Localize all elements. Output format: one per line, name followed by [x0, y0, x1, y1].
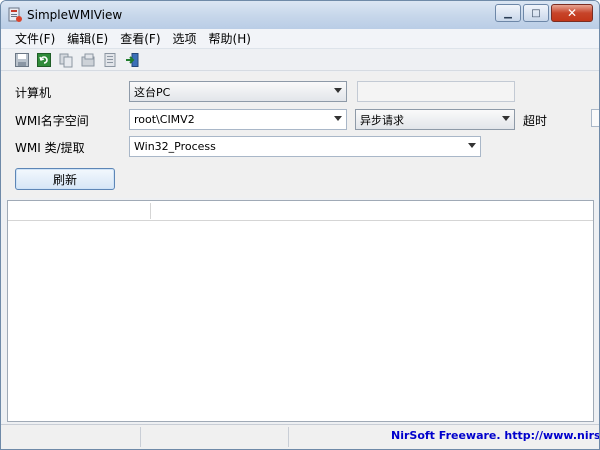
maximize-button[interactable]: □	[523, 4, 549, 22]
namespace-label: WMI名字空间	[15, 114, 89, 128]
refresh-icon[interactable]	[35, 51, 53, 69]
title-bar[interactable]: SimpleWMIView ▁ □ ✕	[1, 1, 599, 29]
computer-select-value: 这台PC	[134, 85, 171, 99]
results-list[interactable]	[7, 200, 594, 422]
menu-file[interactable]: 文件(F)	[9, 30, 61, 48]
window-title: SimpleWMIView	[27, 8, 123, 22]
exit-icon[interactable]	[123, 51, 141, 69]
request-mode-select[interactable]: 异步请求	[355, 109, 515, 130]
remote-computer-field	[357, 81, 515, 102]
refresh-button[interactable]: 刷新	[15, 168, 115, 190]
status-pane-count	[1, 427, 141, 447]
class-select[interactable]: Win32_Process	[129, 136, 481, 157]
app-window: SimpleWMIView ▁ □ ✕ 文件(F) 编辑(E) 查看(F) 选项…	[0, 0, 600, 450]
status-bar: NirSoft Freeware. http://www.nirsoft.net	[1, 424, 599, 449]
class-select-value: Win32_Process	[134, 140, 216, 153]
computer-label: 计算机	[15, 86, 52, 100]
menu-edit[interactable]: 编辑(E)	[61, 30, 114, 48]
menu-help[interactable]: 帮助(H)	[203, 30, 257, 48]
app-icon	[7, 7, 23, 23]
minimize-button[interactable]: ▁	[495, 4, 521, 22]
window-controls: ▁ □ ✕	[495, 4, 593, 22]
menu-options[interactable]: 选项	[167, 30, 203, 48]
toolbar	[1, 49, 599, 71]
save-icon[interactable]	[13, 51, 31, 69]
menu-bar: 文件(F) 编辑(E) 查看(F) 选项 帮助(H)	[1, 29, 599, 49]
chevron-down-icon	[334, 88, 342, 93]
status-pane-selected	[141, 427, 289, 447]
class-label: WMI 类/提取	[15, 141, 85, 155]
request-mode-value: 异步请求	[360, 113, 404, 127]
list-header[interactable]	[8, 201, 593, 221]
nirsoft-link[interactable]: NirSoft Freeware. http://www.nirsoft.net	[391, 429, 599, 442]
query-form: 计算机 这台PC WMI名字空间 root\CIMV2 异步请求 超时 WMI …	[1, 72, 599, 198]
chevron-down-icon	[334, 116, 342, 121]
html-report-icon[interactable]	[101, 51, 119, 69]
properties-icon[interactable]	[79, 51, 97, 69]
namespace-select[interactable]: root\CIMV2	[129, 109, 347, 130]
timeout-input[interactable]	[591, 109, 599, 127]
namespace-select-value: root\CIMV2	[134, 113, 195, 126]
column-divider[interactable]	[150, 203, 151, 219]
copy-icon[interactable]	[57, 51, 75, 69]
chevron-down-icon	[502, 116, 510, 121]
timeout-label: 超时	[523, 114, 548, 128]
close-button[interactable]: ✕	[551, 4, 593, 22]
computer-select[interactable]: 这台PC	[129, 81, 347, 102]
chevron-down-icon	[468, 143, 476, 148]
menu-view[interactable]: 查看(F)	[114, 30, 166, 48]
